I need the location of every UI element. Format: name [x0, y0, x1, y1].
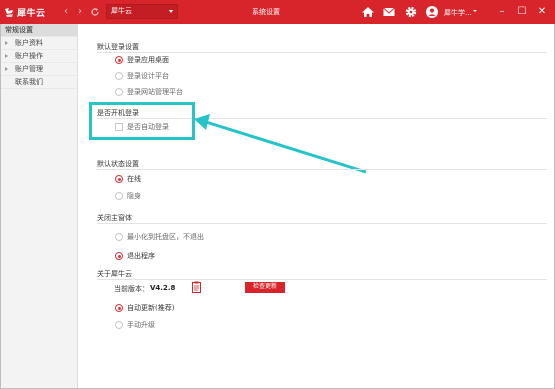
login-option-design[interactable]: 登录设计平台 — [115, 71, 169, 81]
annotation-arrow-icon — [194, 114, 367, 174]
radio[interactable] — [115, 233, 123, 241]
back-icon[interactable]: ‹ — [61, 5, 71, 19]
sidebar-item-operations[interactable]: 账户操作 — [1, 50, 77, 63]
logo-icon — [5, 7, 13, 17]
option-label: 登录设计平台 — [127, 72, 169, 80]
option-label: 登录应用桌面 — [127, 56, 169, 64]
refresh-icon[interactable] — [90, 7, 100, 17]
maximize-icon[interactable]: ☐ — [515, 4, 529, 19]
login-option-desktop[interactable]: 登录应用桌面 — [115, 55, 169, 65]
radio-selected[interactable] — [115, 304, 123, 312]
option-label: 手动升级 — [127, 321, 155, 329]
sidebar-item-contact[interactable]: 联系我们 — [1, 76, 77, 89]
radio[interactable] — [115, 321, 123, 329]
option-label: 自动更新(推荐) — [127, 304, 175, 312]
radio[interactable] — [115, 72, 123, 80]
minimize-icon[interactable]: – — [495, 4, 509, 19]
sidebar-item-label: 账户管理 — [15, 65, 43, 73]
mail-icon[interactable] — [382, 5, 396, 19]
close-section-title: 关闭主窗体 — [97, 214, 132, 222]
option-label: 退出程序 — [127, 252, 155, 260]
sidebar-item-label: 账户操作 — [15, 52, 43, 60]
caret-right-icon — [5, 54, 8, 58]
user-icon[interactable] — [425, 5, 439, 19]
sidebar-item-label: 联系我们 — [15, 78, 43, 86]
login-option-site-admin[interactable]: 登录网站管理平台 — [115, 87, 183, 97]
title-bar: 犀牛云 ‹ › 犀牛云 系统设置 犀牛学... – ☐ ✕ — [0, 0, 555, 24]
check-update-button[interactable]: 检查更新 — [245, 282, 285, 293]
status-option-online[interactable]: 在线 — [115, 174, 141, 184]
divider — [97, 223, 547, 224]
chevron-down-icon — [169, 10, 173, 13]
sidebar-item-general[interactable]: 常规设置 — [1, 24, 77, 37]
radio[interactable] — [115, 192, 123, 200]
sidebar-item-profile[interactable]: 账户资料 — [1, 37, 77, 50]
radio-selected[interactable] — [115, 56, 123, 64]
version-value: V4.2.8 — [150, 284, 176, 292]
divider — [97, 52, 547, 53]
divider — [97, 169, 547, 170]
sidebar: 常规设置 账户资料 账户操作 账户管理 联系我们 — [1, 24, 78, 388]
update-option-auto[interactable]: 自动更新(推荐) — [115, 303, 174, 313]
caret-right-icon — [5, 67, 8, 71]
option-label: 登录网站管理平台 — [127, 88, 183, 96]
forward-icon[interactable]: › — [75, 5, 85, 19]
radio-selected[interactable] — [115, 175, 123, 183]
status-section-title: 默认状态设置 — [97, 160, 139, 168]
caret-right-icon — [5, 41, 8, 45]
divider — [97, 279, 547, 280]
sidebar-item-management[interactable]: 账户管理 — [1, 63, 77, 76]
close-option-minimize[interactable]: 最小化到托盘区，不退出 — [115, 232, 204, 242]
account-select-value: 犀牛云 — [111, 7, 132, 15]
update-option-manual[interactable]: 手动升级 — [115, 320, 155, 330]
clipboard-icon[interactable] — [192, 281, 201, 293]
sidebar-item-label: 常规设置 — [5, 26, 33, 34]
login-section-title: 默认登录设置 — [97, 43, 139, 51]
about-section-title: 关于犀牛云 — [97, 270, 132, 278]
radio[interactable] — [115, 88, 123, 96]
chevron-down-icon — [473, 10, 477, 12]
highlight-box — [89, 102, 195, 140]
app-window — [0, 0, 555, 389]
option-label: 隐身 — [127, 192, 141, 200]
option-label: 最小化到托盘区，不退出 — [127, 233, 204, 241]
app-name: 犀牛云 — [17, 8, 46, 19]
status-option-invisible[interactable]: 隐身 — [115, 191, 141, 201]
account-select[interactable]: 犀牛云 — [106, 4, 178, 19]
app-logo: 犀牛云 — [4, 5, 56, 19]
option-label: 在线 — [127, 175, 141, 183]
close-option-exit[interactable]: 退出程序 — [115, 251, 155, 261]
home-icon[interactable] — [361, 5, 375, 19]
version-label: 当前版本： — [114, 285, 149, 293]
gear-icon[interactable] — [404, 5, 418, 19]
close-icon[interactable]: ✕ — [535, 4, 549, 19]
window-title: 系统设置 — [252, 8, 280, 16]
sidebar-item-label: 账户资料 — [15, 39, 43, 47]
username[interactable]: 犀牛学... — [444, 8, 472, 18]
radio-selected[interactable] — [115, 252, 123, 260]
